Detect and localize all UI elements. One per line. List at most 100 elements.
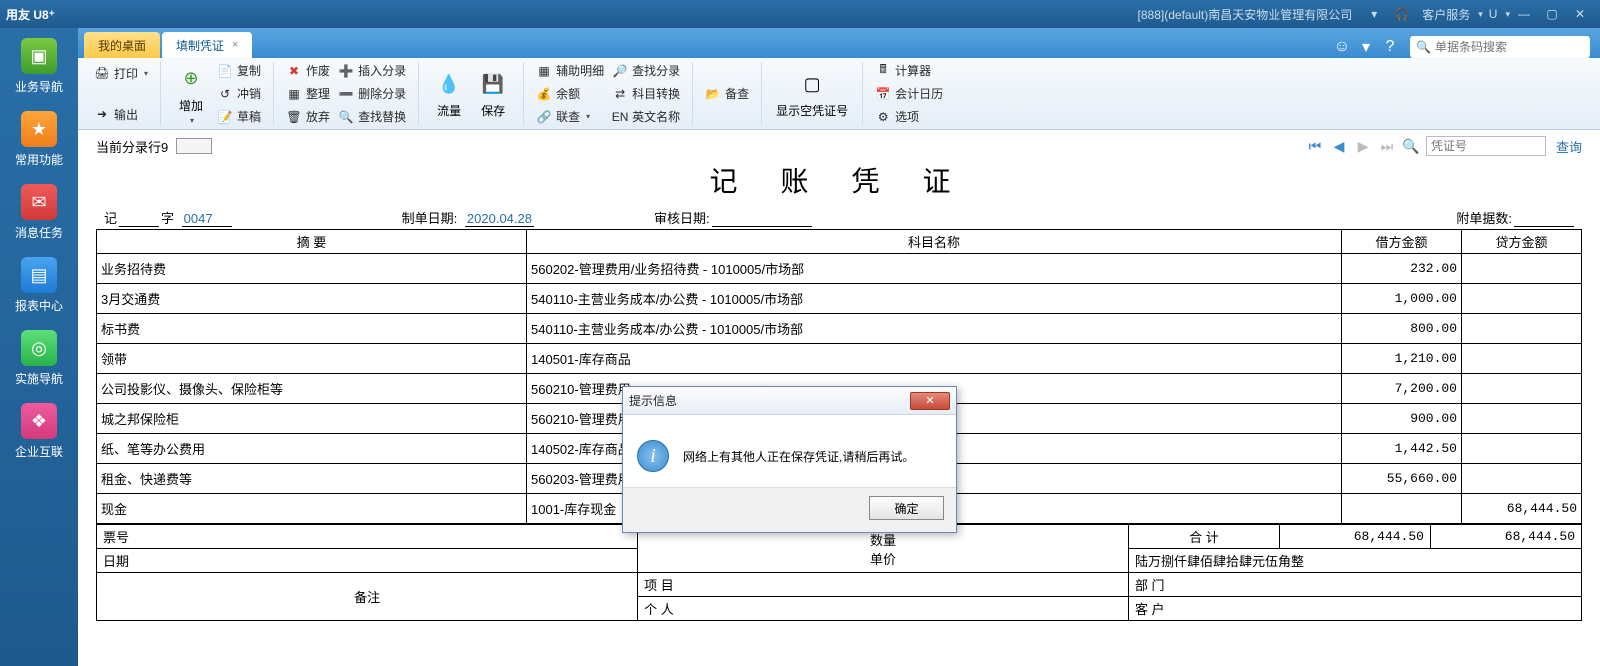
cell-summary[interactable]: 现金	[97, 494, 527, 524]
cell-subject[interactable]: 540110-主营业务成本/办公费 - 1010005/市场部	[527, 284, 1342, 314]
cell-summary[interactable]: 业务招待费	[97, 254, 527, 284]
lookup-button[interactable]: 🔗联查▾	[532, 106, 608, 127]
offset-button[interactable]: ↺冲销	[213, 83, 265, 104]
cell-credit[interactable]	[1462, 254, 1582, 284]
copy-button[interactable]: 📄复制	[213, 60, 265, 81]
line-input-box[interactable]	[176, 138, 212, 154]
cell-summary[interactable]: 3月交通费	[97, 284, 527, 314]
find-replace-button[interactable]: 🔍查找替换	[334, 106, 410, 127]
subject-convert-button[interactable]: ⇄科目转换	[608, 83, 684, 104]
query-button[interactable]: 查询	[1556, 137, 1582, 156]
prev-icon[interactable]: ◀	[1330, 137, 1348, 155]
cell-summary[interactable]: 公司投影仪、摄像头、保险柜等	[97, 374, 527, 404]
aux-detail-button[interactable]: ▦辅助明细	[532, 60, 608, 81]
nav-favorites[interactable]: ★常用功能	[0, 105, 78, 178]
cell-debit[interactable]: 232.00	[1342, 254, 1462, 284]
u-dropdown[interactable]: ▾	[1505, 9, 1510, 20]
add-button[interactable]: ⊕ 增加▾	[169, 61, 213, 127]
first-icon[interactable]: ⏮	[1306, 137, 1324, 155]
delete-line-button[interactable]: ➖删除分录	[334, 83, 410, 104]
calendar-button[interactable]: 📅会计日历	[871, 83, 947, 104]
last-icon[interactable]: ⏭	[1378, 137, 1396, 155]
backup-button[interactable]: 📂备查	[701, 83, 753, 104]
audit-date-field[interactable]	[712, 226, 812, 227]
cell-summary[interactable]: 纸、笔等办公费用	[97, 434, 527, 464]
cell-debit[interactable]: 900.00	[1342, 404, 1462, 434]
customer-service[interactable]: 客户服务	[1422, 6, 1470, 23]
cell-debit[interactable]: 7,200.00	[1342, 374, 1462, 404]
cell-subject[interactable]: 140501-库存商品	[527, 344, 1342, 374]
dialog-ok-button[interactable]: 确定	[869, 496, 944, 520]
meta-label: 审核日期:	[654, 208, 710, 227]
maximize-button[interactable]: ▢	[1540, 4, 1564, 24]
cell-credit[interactable]	[1462, 284, 1582, 314]
show-empty-button[interactable]: ▢显示空凭证号	[770, 66, 854, 121]
cell-summary[interactable]: 城之邦保险柜	[97, 404, 527, 434]
void-button[interactable]: ✖作废	[282, 60, 334, 81]
cell-credit[interactable]	[1462, 374, 1582, 404]
nav-implement[interactable]: ◎实施导航	[0, 324, 78, 397]
dialog-titlebar[interactable]: 提示信息 ✕	[623, 387, 956, 415]
calculator-button[interactable]: 🖩计算器	[871, 60, 947, 81]
table-row[interactable]: 业务招待费560202-管理费用/业务招待费 - 1010005/市场部232.…	[97, 254, 1582, 284]
draft-button[interactable]: 📝草稿	[213, 106, 265, 127]
cell-credit[interactable]	[1462, 314, 1582, 344]
minimize-button[interactable]: —	[1512, 4, 1536, 24]
balance-button[interactable]: 💰余额	[532, 83, 608, 104]
tab-voucher-entry[interactable]: 填制凭证 ×	[162, 32, 252, 58]
nav-reports[interactable]: ▤报表中心	[0, 251, 78, 324]
nav-messages[interactable]: ✉消息任务	[0, 178, 78, 251]
find-entry-button[interactable]: 🔎查找分录	[608, 60, 684, 81]
prepared-date[interactable]: 2020.04.28	[465, 211, 534, 227]
tab-desktop[interactable]: 我的桌面	[84, 32, 160, 58]
cell-credit[interactable]	[1462, 404, 1582, 434]
print-button[interactable]: 🖨打印▾	[90, 63, 152, 84]
tidy-button[interactable]: ▦整理	[282, 83, 334, 104]
insert-line-button[interactable]: ➕插入分录	[334, 60, 410, 81]
discard-button[interactable]: 🗑放弃	[282, 106, 334, 127]
service-dropdown[interactable]: ▾	[1478, 9, 1483, 20]
cell-debit[interactable]: 1,000.00	[1342, 284, 1462, 314]
u-menu[interactable]: U	[1489, 7, 1498, 21]
cell-debit[interactable]: 55,660.00	[1342, 464, 1462, 494]
context-dropdown[interactable]: ▾	[1362, 4, 1386, 24]
headset-icon[interactable]: 🎧	[1390, 4, 1414, 24]
cell-debit[interactable]: 1,210.00	[1342, 344, 1462, 374]
attachments-field[interactable]	[1514, 226, 1574, 227]
nav-business[interactable]: ▣业务导航	[0, 32, 78, 105]
help-icon[interactable]: ?	[1380, 37, 1400, 57]
smile-icon[interactable]: ☺	[1332, 37, 1352, 57]
cell-summary[interactable]: 标书费	[97, 314, 527, 344]
next-icon[interactable]: ▶	[1354, 137, 1372, 155]
cell-credit[interactable]	[1462, 434, 1582, 464]
word-field[interactable]	[119, 226, 159, 227]
options-button[interactable]: ⚙选项	[871, 106, 947, 127]
tab-close-icon[interactable]: ×	[232, 39, 238, 51]
dialog-close-button[interactable]: ✕	[910, 392, 950, 410]
voucher-no-input[interactable]	[1426, 136, 1546, 156]
customer-label: 客 户	[1135, 602, 1165, 617]
cell-credit[interactable]	[1462, 464, 1582, 494]
english-name-button[interactable]: EN英文名称	[608, 106, 684, 127]
cell-debit[interactable]: 800.00	[1342, 314, 1462, 344]
cell-summary[interactable]: 租金、快递费等	[97, 464, 527, 494]
barcode-search-input[interactable]	[1435, 40, 1590, 54]
nav-enterprise[interactable]: ❖企业互联	[0, 397, 78, 470]
output-button[interactable]: ➜输出	[90, 104, 152, 125]
barcode-search[interactable]: 🔍	[1410, 36, 1590, 58]
cell-debit[interactable]: 1,442.50	[1342, 434, 1462, 464]
cell-summary[interactable]: 领带	[97, 344, 527, 374]
save-button[interactable]: 💾保存	[471, 66, 515, 121]
cell-subject[interactable]: 560202-管理费用/业务招待费 - 1010005/市场部	[527, 254, 1342, 284]
cell-credit[interactable]: 68,444.50	[1462, 494, 1582, 524]
smile-dropdown[interactable]: ▾	[1362, 37, 1370, 57]
flow-button[interactable]: 💧流量	[427, 66, 471, 121]
table-row[interactable]: 标书费540110-主营业务成本/办公费 - 1010005/市场部800.00	[97, 314, 1582, 344]
table-row[interactable]: 3月交通费540110-主营业务成本/办公费 - 1010005/市场部1,00…	[97, 284, 1582, 314]
close-button[interactable]: ✕	[1568, 4, 1592, 24]
table-row[interactable]: 领带140501-库存商品1,210.00	[97, 344, 1582, 374]
cell-credit[interactable]	[1462, 344, 1582, 374]
voucher-number[interactable]: 0047	[182, 211, 232, 227]
cell-subject[interactable]: 540110-主营业务成本/办公费 - 1010005/市场部	[527, 314, 1342, 344]
cell-debit[interactable]	[1342, 494, 1462, 524]
